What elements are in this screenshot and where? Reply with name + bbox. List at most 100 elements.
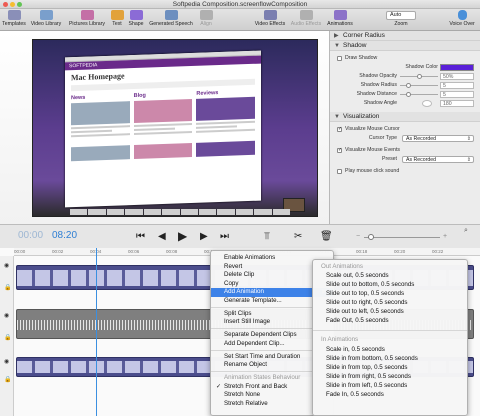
submenu-item-scale-out[interactable]: Scale out, 0.5 seconds — [313, 272, 467, 281]
pictures-library-button[interactable]: Pictures Library — [66, 10, 108, 27]
zoom-select[interactable]: Auto — [386, 11, 416, 20]
shadow-opacity-field[interactable]: 50% — [440, 73, 474, 80]
dock-strip — [70, 209, 291, 215]
scissors-icon[interactable]: ✂ — [294, 231, 302, 242]
submenu-header-in: In Animations — [321, 336, 359, 343]
skip-forward-icon[interactable]: ⏭ — [220, 231, 229, 242]
shadow-distance-row: Shadow Distance 5 — [330, 90, 480, 99]
step-forward-icon[interactable]: ▶ — [200, 231, 208, 242]
shadow-angle-dial[interactable] — [422, 100, 432, 107]
eye-icon[interactable]: ◉ — [4, 312, 9, 319]
shape-icon — [129, 10, 143, 20]
shadow-opacity-slider[interactable] — [400, 74, 438, 79]
timecode-prefix: 00:00 — [18, 230, 44, 241]
preset-select[interactable]: As Recorded — [402, 156, 474, 163]
video-library-button[interactable]: Video Library — [28, 10, 64, 27]
draw-shadow-row: Draw Shadow — [330, 54, 480, 63]
timecode: 08:20 — [52, 230, 78, 241]
corner-radius-section[interactable]: ▶ Corner Radius — [330, 31, 480, 41]
video-library-icon — [39, 10, 53, 20]
shadow-section[interactable]: ▼ Shadow — [330, 41, 480, 51]
generated-speech-icon — [164, 10, 178, 20]
timeline-zoom-knob[interactable] — [368, 234, 374, 240]
news-heading: News — [71, 94, 86, 102]
animations-icon — [333, 10, 347, 20]
zoom-out-icon[interactable]: − — [356, 233, 360, 240]
disclosure-down-icon: ▼ — [334, 114, 340, 120]
generated-speech-button[interactable]: Generated Speech — [147, 10, 195, 27]
cursor-type-select[interactable]: As Recorded — [402, 135, 474, 142]
align-button[interactable]: Align — [197, 10, 215, 27]
submenu-item-slide-in-bottom[interactable]: Slide in from bottom, 0.5 seconds — [313, 355, 467, 364]
shadow-radius-field[interactable]: 5 — [440, 82, 474, 89]
video-effects-button[interactable]: Video Effects — [253, 10, 287, 27]
submenu-item-slide-in-right[interactable]: Slide in from right, 0.5 seconds — [313, 373, 467, 382]
visualize-events-checkbox[interactable] — [337, 146, 342, 155]
trash-icon[interactable]: 🗑 — [320, 231, 333, 242]
shadow-color-row: Shadow Color — [330, 63, 480, 72]
menu-separator — [313, 330, 467, 331]
visualize-cursor-row: Visualize Mouse Cursor — [330, 125, 480, 134]
title-bar: Softpedia Composition.screenflowComposit… — [0, 0, 480, 9]
pictures-library-icon — [80, 10, 94, 20]
toolbar: Templates Video Library Pictures Library… — [0, 9, 480, 31]
zoom-label: Zoom — [394, 21, 408, 27]
shadow-opacity-row: Shadow Opacity 50% — [330, 72, 480, 81]
animations-button[interactable]: Animations — [325, 10, 355, 27]
submenu-item-slide-out-right[interactable]: Slide out to right, 0.5 seconds — [313, 299, 467, 308]
voice-over-button[interactable]: Voice Over — [446, 10, 478, 27]
audio-effects-icon — [299, 10, 313, 20]
submenu-item-scale-in[interactable]: Scale in, 0.5 seconds — [313, 346, 467, 355]
shadow-angle-field[interactable]: 180 — [440, 100, 474, 107]
add-animation-submenu: Out Animations Scale out, 0.5 seconds Sl… — [312, 259, 468, 416]
eye-icon[interactable]: ◉ — [4, 262, 9, 269]
visualize-cursor-checkbox[interactable] — [337, 125, 342, 134]
split-icon[interactable]: ⫪ — [264, 231, 270, 242]
lock-icon[interactable]: 🔒 — [4, 334, 11, 341]
shadow-distance-field[interactable]: 5 — [440, 91, 474, 98]
text-button[interactable]: Text — [109, 10, 125, 27]
draw-shadow-checkbox[interactable] — [337, 56, 342, 61]
skip-back-icon[interactable]: ⏮ — [136, 231, 145, 242]
video-effects-icon — [263, 10, 277, 20]
shadow-color-well[interactable] — [440, 64, 474, 71]
transport-bar: 00:00 08:20 ⏮ ◀ ▶ ▶ ⏭ ⫪ ✂ 🗑 − + ⌕ — [0, 224, 480, 248]
playhead[interactable] — [96, 248, 97, 416]
window-title: Softpedia Composition.screenflowComposit… — [172, 1, 308, 8]
visualize-events-row: Visualize Mouse Events — [330, 146, 480, 155]
templates-icon — [7, 10, 21, 20]
templates-button[interactable]: Templates — [2, 10, 26, 27]
preview-canvas[interactable]: SOFTPEDIA Mac Homepage News Blog Reviews — [0, 31, 329, 224]
reviews-heading: Reviews — [196, 90, 219, 97]
submenu-item-slide-out-left[interactable]: Slide out to left, 0.5 seconds — [313, 308, 467, 317]
submenu-item-slide-in-left[interactable]: Slide in from left, 0.5 seconds — [313, 382, 467, 391]
submenu-item-fade-in[interactable]: Fade In, 0.5 seconds — [313, 391, 467, 400]
text-icon — [110, 10, 124, 20]
eye-icon[interactable]: ◉ — [4, 358, 9, 365]
play-icon[interactable]: ▶ — [178, 229, 187, 243]
shape-button[interactable]: Shape — [127, 10, 145, 27]
timeline-zoom-slider[interactable] — [364, 237, 440, 238]
shadow-distance-slider[interactable] — [400, 92, 438, 97]
checkmark-icon: ✓ — [216, 382, 222, 390]
browser-screenshot: SOFTPEDIA Mac Homepage News Blog Reviews — [65, 50, 261, 208]
recording-frame[interactable]: SOFTPEDIA Mac Homepage News Blog Reviews — [32, 39, 318, 217]
shadow-angle-row: Shadow Angle 180 — [330, 99, 480, 108]
lock-icon[interactable]: 🔒 — [4, 376, 11, 383]
disclosure-down-icon: ▼ — [334, 43, 340, 49]
visualization-section[interactable]: ▼ Visualization — [330, 112, 480, 122]
submenu-item-slide-out-top[interactable]: Slide out to top, 0.5 seconds — [313, 290, 467, 299]
step-back-icon[interactable]: ◀ — [158, 231, 166, 242]
submenu-item-slide-in-top[interactable]: Slide in from top, 0.5 seconds — [313, 364, 467, 373]
zoom-in-icon[interactable]: + — [443, 233, 447, 240]
submenu-item-slide-out-bottom[interactable]: Slide out to bottom, 0.5 seconds — [313, 281, 467, 290]
microphone-icon — [457, 10, 467, 20]
shadow-radius-slider[interactable] — [400, 83, 438, 88]
magnifier-icon[interactable]: ⌕ — [464, 227, 468, 235]
play-click-checkbox[interactable] — [337, 169, 342, 174]
play-click-row: Play mouse click sound — [330, 167, 480, 176]
audio-effects-button[interactable]: Audio Effects — [289, 10, 323, 27]
lock-icon[interactable]: 🔒 — [4, 284, 11, 291]
shadow-radius-row: Shadow Radius 5 — [330, 81, 480, 90]
submenu-item-fade-out[interactable]: Fade Out, 0.5 seconds — [313, 317, 467, 326]
